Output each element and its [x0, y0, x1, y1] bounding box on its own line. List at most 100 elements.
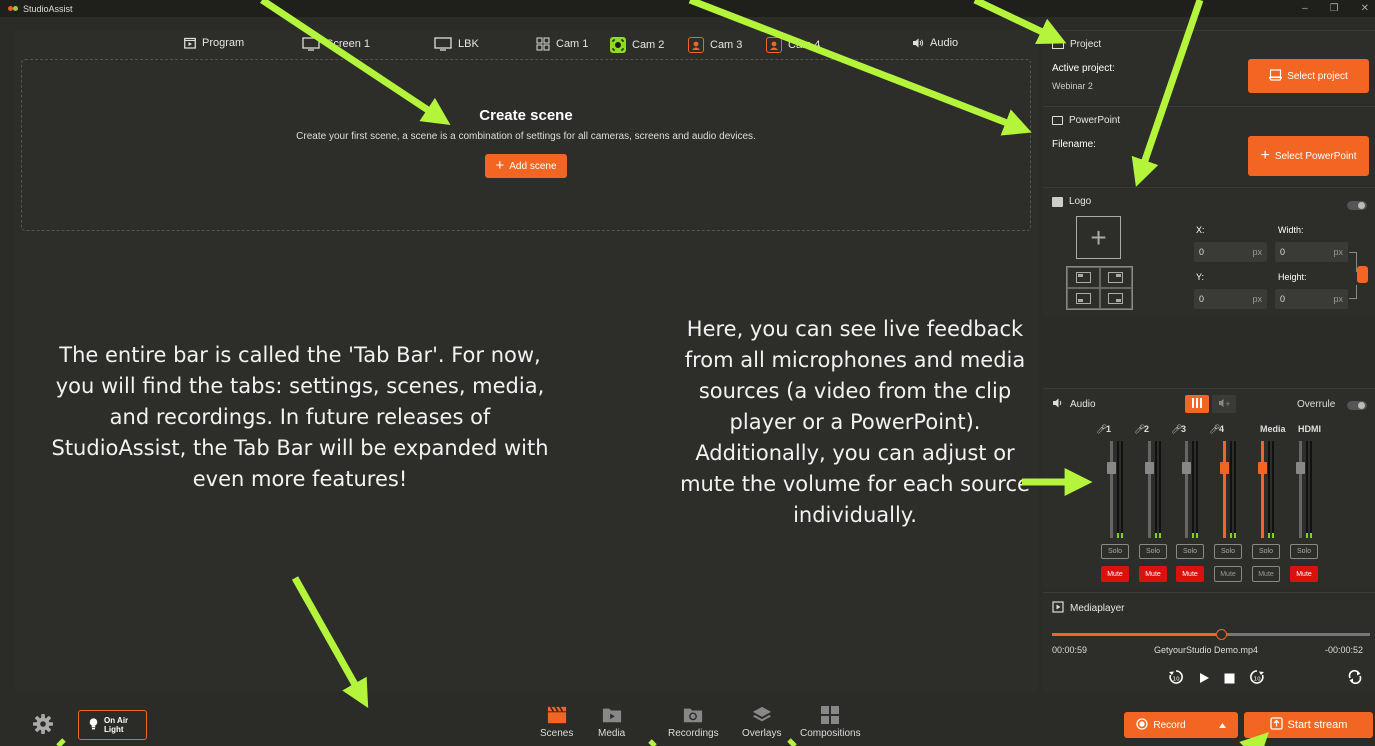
tab-cam-1[interactable]: Cam 1: [536, 37, 588, 51]
audio-view-toggle: +: [1185, 395, 1236, 413]
add-scene-button[interactable]: + Add scene: [485, 154, 567, 178]
overrule-label: Overrule: [1297, 399, 1336, 410]
unit-label: px: [1333, 294, 1343, 304]
camera-icon: [688, 37, 704, 53]
project-header-label: Project: [1070, 39, 1102, 50]
position-bottom-right-button[interactable]: [1099, 288, 1132, 309]
volume-fader[interactable]: [1296, 441, 1305, 538]
media-progress-bar[interactable]: [1052, 629, 1370, 640]
mixer-view-button[interactable]: [1185, 395, 1209, 413]
loop-icon[interactable]: [1347, 669, 1363, 688]
position-top-left-button[interactable]: [1067, 267, 1100, 288]
active-project-value: Webinar 2: [1052, 81, 1093, 91]
solo-button[interactable]: Solo: [1252, 544, 1280, 559]
app-title: StudioAssist: [23, 3, 73, 14]
tab-program[interactable]: Program: [184, 37, 244, 49]
tab-lbk[interactable]: LBK: [434, 37, 479, 51]
tab-audio[interactable]: Audio: [912, 37, 958, 49]
close-button[interactable]: ✕: [1361, 3, 1369, 14]
solo-button[interactable]: Solo: [1139, 544, 1167, 559]
on-air-light-button[interactable]: On Air Light: [78, 710, 147, 740]
media-progress-fill: [1052, 633, 1221, 636]
mute-button[interactable]: Mute: [1214, 566, 1242, 582]
rewind-10-icon[interactable]: 10: [1168, 669, 1184, 688]
fader-knob[interactable]: [1258, 462, 1267, 474]
tab-recordings[interactable]: Recordings: [668, 705, 719, 739]
y-input[interactable]: 0 px: [1194, 289, 1267, 309]
camera-active-icon: [610, 37, 626, 53]
mute-button[interactable]: Mute: [1176, 566, 1204, 582]
solo-button[interactable]: Solo: [1101, 544, 1129, 559]
record-button[interactable]: Record: [1124, 712, 1238, 738]
active-project-label: Active project:: [1052, 63, 1115, 74]
mute-button[interactable]: Mute: [1290, 566, 1318, 582]
speaker-icon: [1052, 397, 1064, 412]
mute-button[interactable]: Mute: [1139, 566, 1167, 582]
audio-panel: Audio + Overrule 1 🎤︎ Solo Mute 2 🎤︎ Solo Mute 3…: [1043, 388, 1375, 588]
stream-upload-icon: [1269, 717, 1283, 733]
position-bottom-left-button[interactable]: [1067, 288, 1100, 309]
tab-scenes[interactable]: Scenes: [540, 705, 573, 739]
tab-overlays[interactable]: Overlays: [742, 705, 781, 739]
select-powerpoint-button[interactable]: + Select PowerPoint: [1248, 136, 1369, 176]
maximize-button[interactable]: ❐: [1330, 3, 1339, 14]
solo-button[interactable]: Solo: [1290, 544, 1318, 559]
select-project-button[interactable]: Select project: [1248, 59, 1369, 93]
app-logo-icon: [8, 4, 19, 13]
position-top-right-button[interactable]: [1099, 267, 1132, 288]
grid-icon: [820, 705, 840, 725]
minimize-button[interactable]: –: [1302, 3, 1308, 14]
mute-button[interactable]: Mute: [1101, 566, 1129, 582]
recordings-icon: [683, 705, 703, 725]
overrule-toggle[interactable]: [1347, 401, 1367, 410]
volume-fader[interactable]: [1145, 441, 1154, 538]
width-input[interactable]: 0 px: [1275, 242, 1348, 262]
volume-fader[interactable]: [1220, 441, 1229, 538]
fader-track: [1148, 441, 1151, 538]
speaker-view-button[interactable]: +: [1212, 395, 1236, 413]
volume-fader[interactable]: [1258, 441, 1267, 538]
fader-knob[interactable]: [1220, 462, 1229, 474]
tab-cam-3[interactable]: Cam 3: [688, 37, 742, 53]
filename-label: Filename:: [1052, 139, 1096, 150]
mediaplayer-header-label: Mediaplayer: [1070, 603, 1125, 614]
caret-up-icon[interactable]: [1218, 720, 1226, 731]
audio-annotation: Here, you can see live feedback from all…: [680, 317, 1030, 527]
height-input[interactable]: 0 px: [1275, 289, 1348, 309]
layers-icon: [752, 705, 772, 725]
x-input[interactable]: 0 px: [1194, 242, 1267, 262]
media-controls: 10 10: [1168, 669, 1265, 688]
channel-label: Media: [1260, 424, 1286, 434]
fader-knob[interactable]: [1145, 462, 1154, 474]
fader-knob[interactable]: [1296, 462, 1305, 474]
play-icon[interactable]: [1198, 671, 1210, 687]
stop-icon[interactable]: [1224, 671, 1235, 687]
settings-gear-icon[interactable]: [32, 713, 54, 738]
forward-10-icon[interactable]: 10: [1249, 669, 1265, 688]
monitor-icon: [302, 37, 320, 51]
media-progress-thumb[interactable]: [1215, 629, 1227, 640]
tab-cam-2[interactable]: Cam 2: [610, 37, 664, 53]
volume-fader[interactable]: [1107, 441, 1116, 538]
volume-fader[interactable]: [1182, 441, 1191, 538]
tab-media[interactable]: Media: [598, 705, 625, 739]
mute-button[interactable]: Mute: [1252, 566, 1280, 582]
play-box-icon: [1052, 601, 1064, 616]
start-stream-button[interactable]: Start stream: [1244, 712, 1373, 738]
camera-group-icon: [536, 37, 550, 51]
fader-knob[interactable]: [1182, 462, 1191, 474]
tab-screen-1[interactable]: Screen 1: [302, 37, 370, 51]
solo-button[interactable]: Solo: [1176, 544, 1204, 559]
audio-header: Audio: [1052, 397, 1096, 412]
aspect-lock-icon[interactable]: [1357, 266, 1368, 283]
add-logo-button[interactable]: +: [1076, 216, 1121, 259]
level-meter: [1306, 441, 1308, 538]
svg-text:10: 10: [1173, 677, 1180, 683]
tab-cam-4[interactable]: Cam 4: [766, 37, 820, 53]
clapperboard-icon: [547, 705, 567, 725]
logo-toggle[interactable]: [1347, 201, 1367, 210]
logo-header-label: Logo: [1069, 196, 1092, 207]
tab-compositions[interactable]: Compositions: [800, 705, 861, 739]
solo-button[interactable]: Solo: [1214, 544, 1242, 559]
fader-knob[interactable]: [1107, 462, 1116, 474]
